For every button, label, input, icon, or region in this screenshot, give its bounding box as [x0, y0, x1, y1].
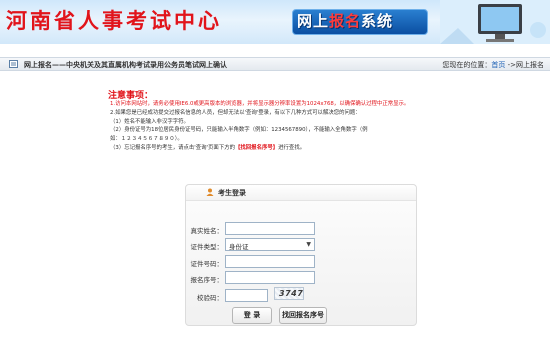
id-type-value: 身份证: [229, 243, 249, 251]
captcha-text: 3747: [279, 289, 304, 298]
login-button[interactable]: 登 录: [232, 307, 272, 324]
site-title: 河南省人事考试中心: [6, 8, 222, 33]
header-banner: 河南省人事考试中心 网上报名系统: [0, 0, 550, 44]
name-label: 真实姓名：: [190, 227, 224, 235]
id-number-input[interactable]: [226, 256, 314, 267]
breadcrumb-home-link[interactable]: 首页: [491, 61, 505, 69]
user-icon: [206, 188, 214, 196]
captcha-field[interactable]: 校验码：: [197, 289, 268, 302]
breadcrumb-label: 您现在的位置：: [442, 61, 492, 69]
notice-line: 如：１２３４５６７８９０）。: [110, 136, 183, 143]
computer-illustration-icon: [440, 0, 550, 44]
reg-number-input[interactable]: [226, 272, 314, 283]
recover-reg-number-button[interactable]: 找回报名序号: [279, 307, 327, 324]
notice-list: 1.访问本网站时，请务必使用IE6.0或更高版本的浏览器，并将显示器分辨率设置为…: [110, 100, 450, 153]
name-field[interactable]: 真实姓名：: [191, 222, 315, 235]
captcha-input[interactable]: [226, 290, 267, 301]
notice-line-prefix: （3）忘记报名序号的考生，请点击'查询'页面下方的: [110, 144, 235, 151]
system-name-part1: 网上: [297, 12, 330, 30]
reg-number-field[interactable]: 报名序号：: [191, 271, 315, 284]
document-icon: [9, 60, 18, 68]
notice-line-suffix: 进行查找。: [278, 144, 306, 151]
recover-link[interactable]: 【找回报名序号】: [235, 145, 278, 151]
system-name: 网上报名系统: [297, 10, 393, 31]
notice-line: （1）姓名不能输入非汉字字符。: [110, 118, 189, 125]
breadcrumb: 您现在的位置：首页 ->网上报名: [442, 60, 544, 70]
breadcrumb-bar: 网上报名——中央机关及其直属机构考试录用公务员笔试网上确认 您现在的位置：首页 …: [0, 57, 550, 71]
page-title: 网上报名——中央机关及其直属机构考试录用公务员笔试网上确认: [24, 61, 227, 69]
notice-line: 2.如果您是已经成功提交过报名信息的人员，但却无法以'查询'登录，有以下几种方式…: [110, 109, 361, 116]
id-type-label: 证件类型：: [190, 243, 224, 251]
reg-number-label: 报名序号：: [190, 276, 224, 284]
system-name-part2: 报名: [329, 12, 362, 30]
system-name-part3: 系统: [361, 12, 394, 30]
id-number-label: 证件号码：: [190, 260, 224, 268]
id-type-select[interactable]: 证件类型： 身份证 ▼: [191, 238, 315, 251]
notice-line: （2）身份证号为18位居民身份证号码，只能输入半角数字（例如：123456789…: [110, 127, 368, 134]
chevron-down-icon: ▼: [306, 241, 311, 248]
login-title: 考生登录: [218, 189, 246, 197]
notice-line: （3）忘记报名序号的考生，请点击'查询'页面下方的【找回报名序号】进行查找。: [110, 144, 450, 153]
name-input[interactable]: [226, 223, 314, 234]
breadcrumb-separator: ->: [505, 61, 516, 69]
login-header: 考生登录: [186, 185, 416, 201]
captcha-image[interactable]: 3747: [274, 287, 304, 300]
breadcrumb-current: 网上报名: [516, 61, 544, 69]
captcha-label: 校验码：: [197, 294, 223, 302]
notice-line: 1.访问本网站时，请务必使用IE6.0或更高版本的浏览器，并将显示器分辨率设置为…: [110, 101, 410, 107]
id-number-field[interactable]: 证件号码：: [191, 255, 315, 268]
